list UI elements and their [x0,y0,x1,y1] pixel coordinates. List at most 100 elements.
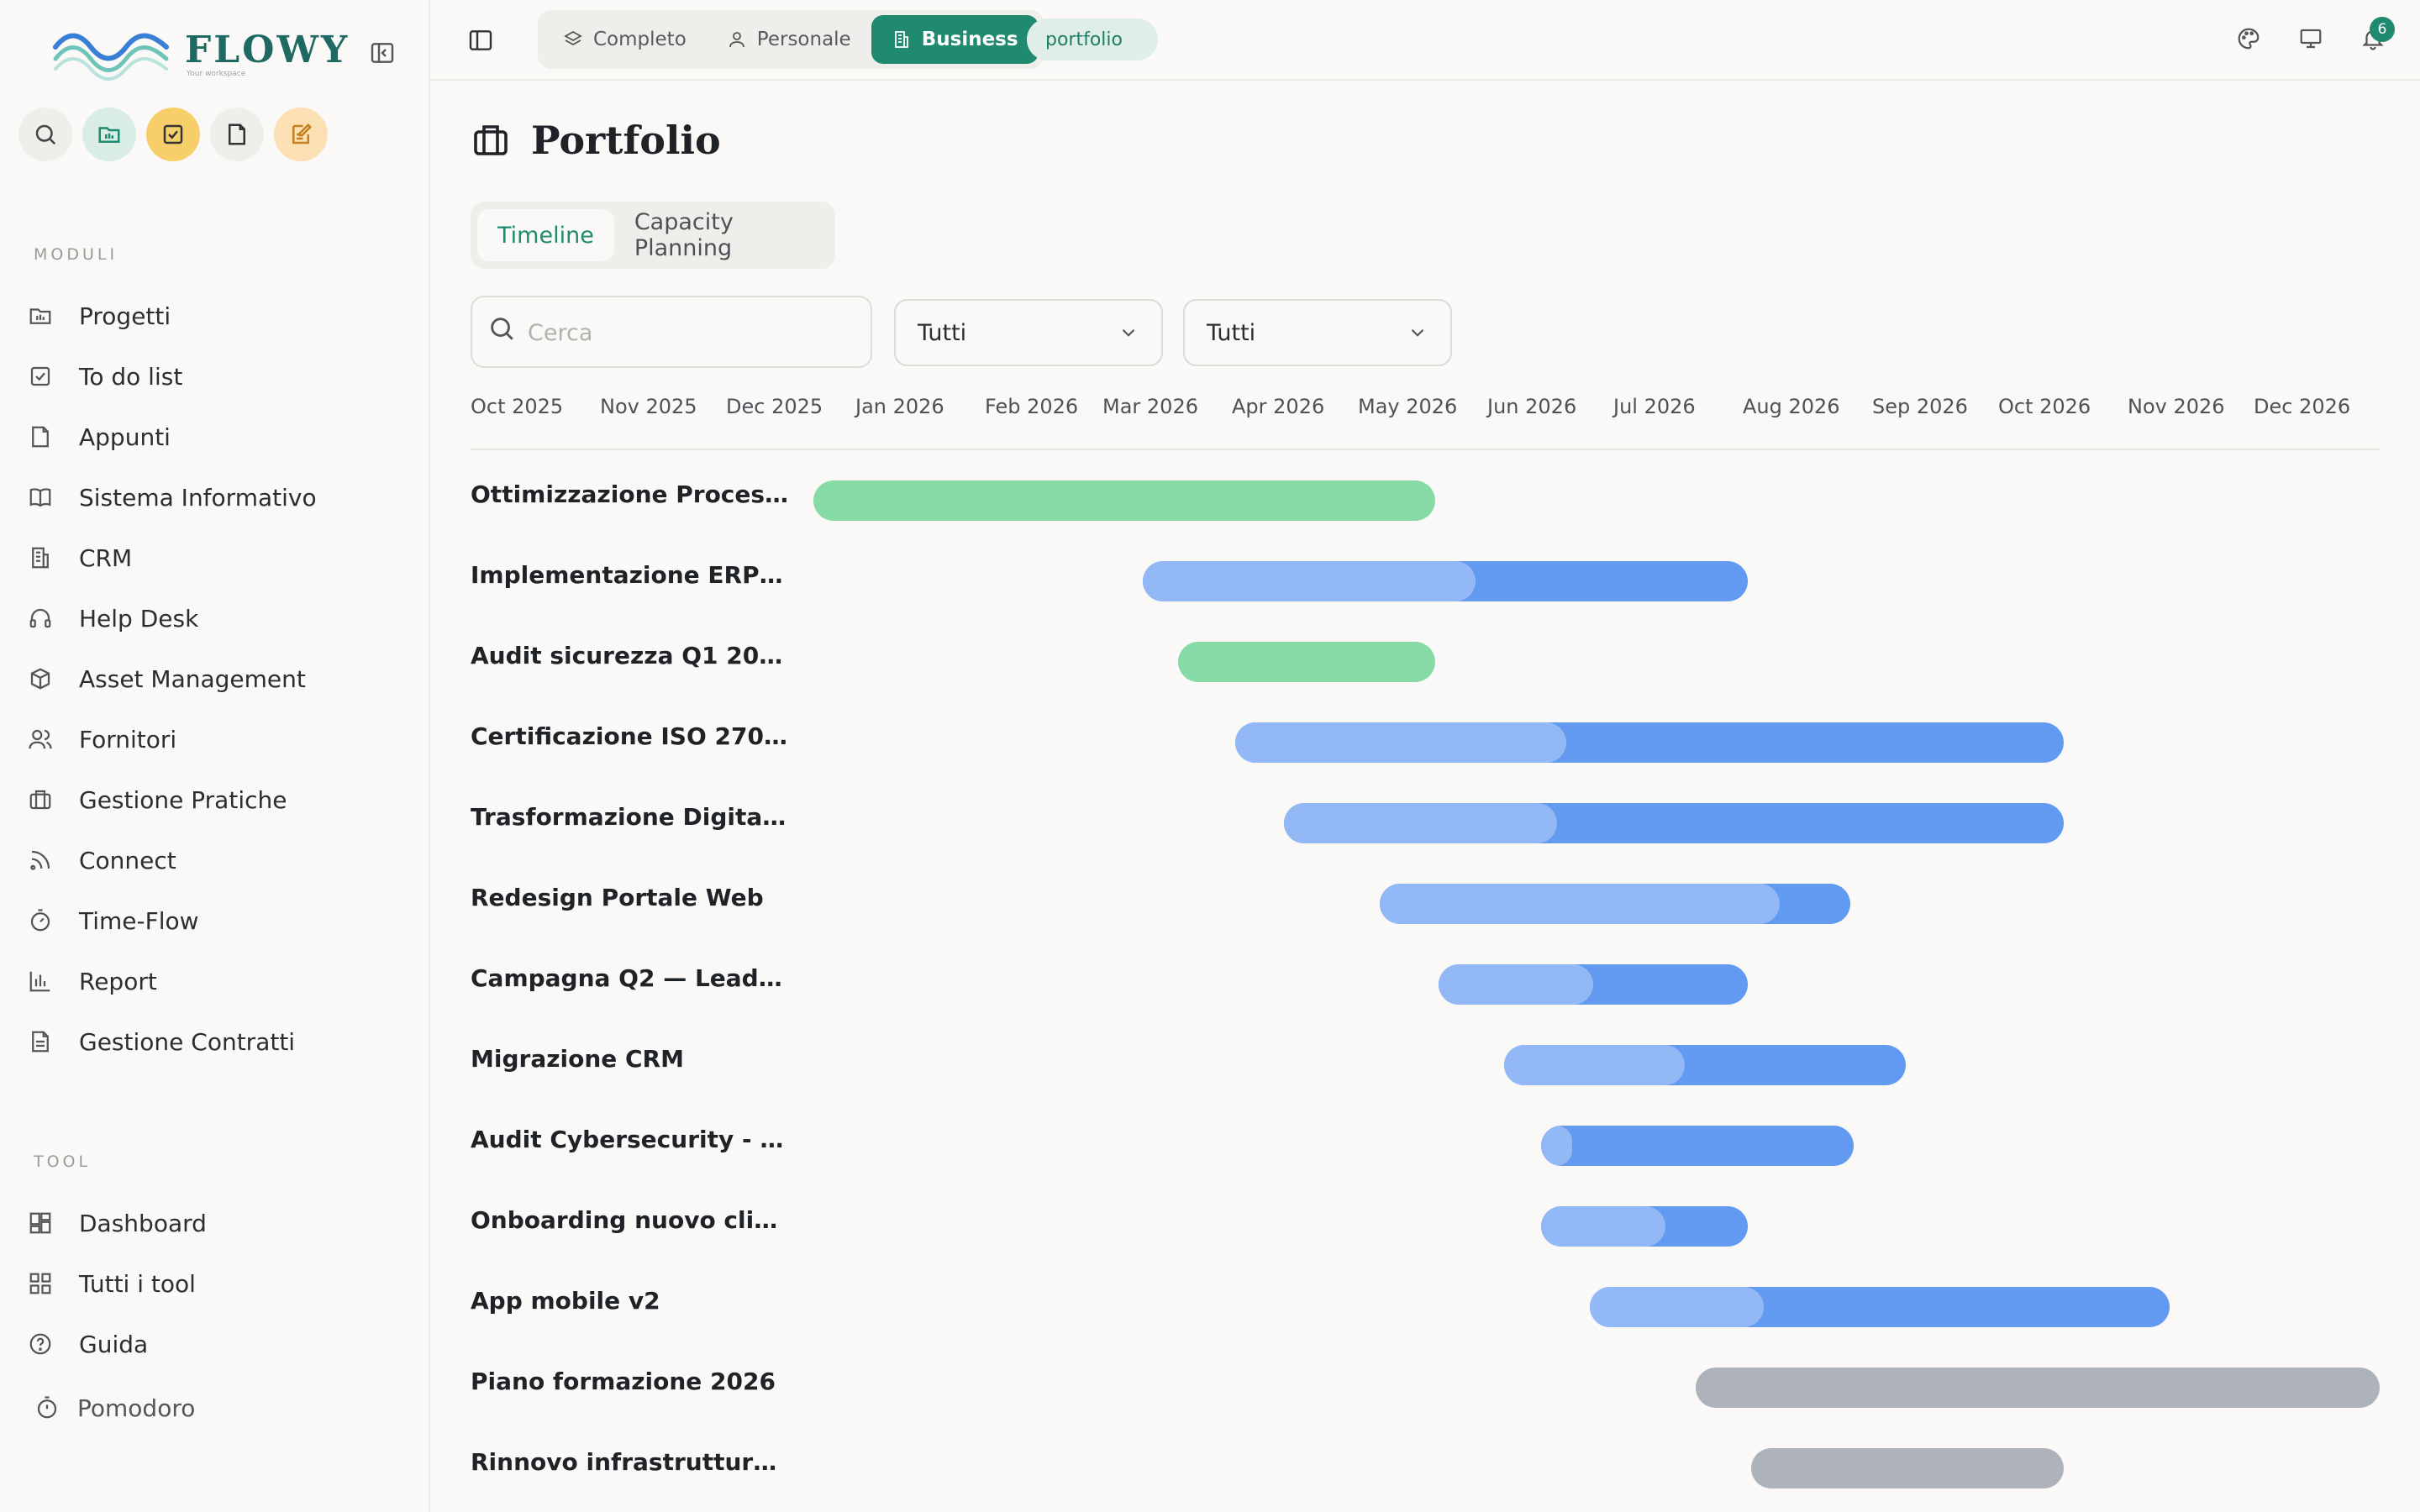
mode-label: Completo [593,29,687,50]
search-box [471,296,872,368]
project-name[interactable]: Onboarding nuovo cliente — T... [471,1206,790,1234]
project-progress [1143,561,1476,601]
collapse-sidebar-button[interactable] [368,39,397,67]
project-bar[interactable] [1284,803,2064,843]
chevron-down-icon [1122,328,1135,337]
project-bar[interactable] [1696,1368,2380,1408]
sidebar-item-label: Progetti [79,302,171,330]
folder-chart-icon [98,127,120,143]
month-label: Apr 2026 [1232,395,1325,418]
gantt-row: Certificazione ISO 27001 [0,699,2420,780]
gantt-row: Onboarding nuovo cliente — T... [0,1183,2420,1263]
note-icon [229,123,245,145]
filter-value: Tutti [1207,319,1256,346]
project-progress [1380,884,1780,924]
project-bar[interactable] [813,480,1435,521]
search-icon [487,314,516,346]
briefcase-icon [474,125,508,155]
mode-label: Personale [756,29,851,50]
timeline-months: Oct 2025 Nov 2025 Dec 2025 Jan 2026 Feb … [0,395,2420,428]
gantt-row: Campagna Q2 — Lead nurtur... [0,941,2420,1021]
project-name[interactable]: Campagna Q2 — Lead nurtur... [471,964,790,992]
mode-completo-button[interactable]: Completo [543,15,707,64]
quick-todo-button[interactable] [146,108,200,161]
search-icon [35,124,56,145]
project-name[interactable]: Piano formazione 2026 [471,1368,790,1395]
brand-logo[interactable]: FLOWY Your workspace [52,25,350,84]
mode-business-button[interactable]: Business [871,15,1039,64]
layers-icon [563,29,583,50]
project-bar[interactable] [1751,1448,2064,1488]
waves-logo-icon [53,33,169,81]
sidebar-panel-icon [469,30,492,50]
tab-capacity-planning[interactable]: Capacity Planning [614,209,829,261]
project-bar[interactable] [1590,1287,2170,1327]
project-bar[interactable] [1380,884,1850,924]
timeline-axis-line [471,449,2380,450]
quick-notes-button[interactable] [210,108,264,161]
tab-timeline[interactable]: Timeline [477,209,614,261]
quick-actions [18,108,328,161]
month-label: Aug 2026 [1743,395,1840,418]
project-name[interactable]: Audit sicurezza Q1 2026 [471,642,790,669]
month-label: Jun 2026 [1487,395,1577,418]
search-input[interactable] [526,312,857,353]
project-name[interactable]: Ottimizzazione Processi HR - ... [471,480,790,508]
notification-badge: 6 [2370,17,2395,42]
display-button[interactable] [2294,20,2328,57]
project-bar[interactable] [1143,561,1748,601]
filter-select-1[interactable]: Tutti [894,299,1163,366]
brand-tagline: Your workspace [187,70,246,78]
gantt-row: Trasformazione Digitale Agri.... [0,780,2420,860]
context-chip[interactable]: portfolio [1027,18,1158,60]
month-label: Nov 2026 [2128,395,2225,418]
project-name[interactable]: App mobile v2 [471,1287,790,1315]
project-bar[interactable] [1504,1045,1906,1085]
folder-chart-icon [27,302,54,329]
month-label: Feb 2026 [985,395,1079,418]
month-label: Sep 2026 [1872,395,1968,418]
month-label: Jan 2026 [855,395,944,418]
page-title: Portfolio [531,118,721,163]
sidebar-item-progetti[interactable]: Progetti [0,286,429,346]
filter-value: Tutti [918,319,967,346]
gantt-row: Rinnovo infrastruttura IT [0,1425,2420,1505]
project-progress [1541,1126,1573,1166]
project-name[interactable]: Trasformazione Digitale Agri.... [471,803,790,831]
theme-button[interactable] [2232,20,2265,57]
project-bar[interactable] [1541,1206,1748,1247]
project-progress [1439,964,1593,1005]
project-bar[interactable] [1541,1126,1854,1166]
project-name[interactable]: Rinnovo infrastruttura IT [471,1448,790,1476]
project-name[interactable]: Audit Cybersecurity - Finance... [471,1126,790,1153]
building-icon [892,29,912,50]
gantt-row: Ottimizzazione Processi HR - ... [0,457,2420,538]
project-name[interactable]: Certificazione ISO 27001 [471,722,790,750]
month-label: Oct 2026 [1998,395,2091,418]
project-name[interactable]: Redesign Portale Web [471,884,790,911]
month-label: Dec 2025 [726,395,823,418]
project-bar[interactable] [1178,642,1435,682]
page-header: Portfolio [471,118,721,163]
project-name[interactable]: Migrazione CRM [471,1045,790,1073]
quick-projects-button[interactable] [82,108,136,161]
month-label: Oct 2025 [471,395,564,418]
project-bar[interactable] [1439,964,1748,1005]
project-name[interactable]: Implementazione ERP - Nexus... [471,561,790,589]
notifications-button[interactable]: 6 [2356,17,2395,57]
month-label: May 2026 [1358,395,1458,418]
project-progress [1235,722,1567,763]
project-progress [1590,1287,1764,1327]
quick-search-button[interactable] [18,108,72,161]
sidebar-toggle-button[interactable] [464,24,497,57]
mode-personale-button[interactable]: Personale [707,15,871,64]
project-bar[interactable] [1235,722,2064,763]
checkbox-icon [163,124,183,144]
user-icon [727,29,747,50]
filter-select-2[interactable]: Tutti [1183,299,1452,366]
quick-edit-button[interactable] [274,108,328,161]
mode-switcher: Completo Personale Business [538,10,1044,69]
project-progress [1284,803,1557,843]
month-label: Nov 2025 [600,395,697,418]
checkbox-icon [27,363,54,390]
